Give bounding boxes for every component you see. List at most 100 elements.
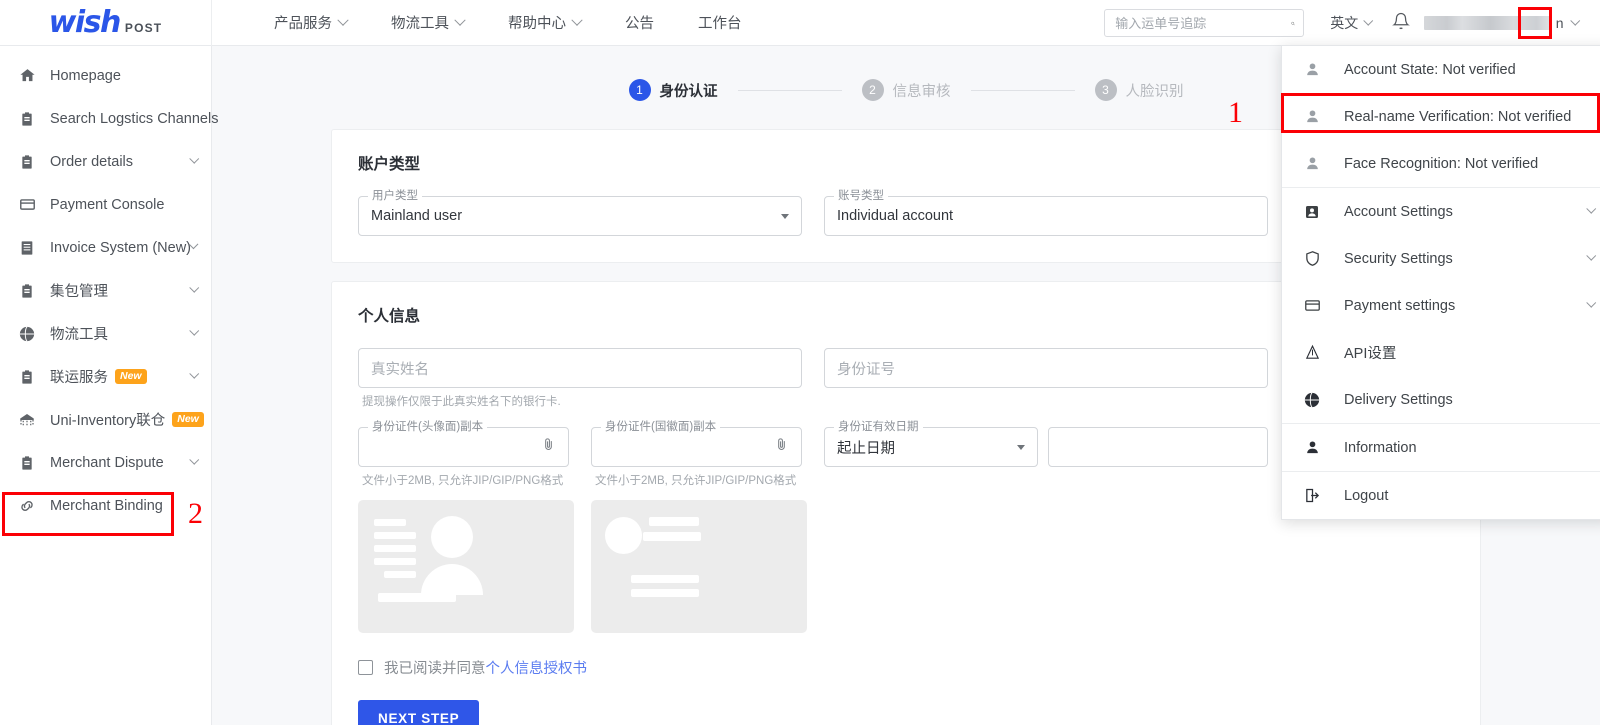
id-back-upload[interactable]: 身份证件(国徽面)副本 xyxy=(591,421,802,467)
sidebar-item-label: Invoice System (New) xyxy=(50,239,192,256)
user-type-select[interactable]: 用户类型 Mainland user xyxy=(358,190,802,236)
sidebar-item-label: Merchant Dispute xyxy=(50,454,164,471)
sidebar-item-logistics-tools[interactable]: 物流工具 xyxy=(0,312,211,355)
topnav-item-help-center[interactable]: 帮助中心 xyxy=(508,12,583,33)
dropdown-item-label: Face Recognition: Not verified xyxy=(1344,155,1539,172)
agreement-link[interactable]: 个人信息授权书 xyxy=(486,657,588,678)
dropdown-item-label: Account State: Not verified xyxy=(1344,61,1516,78)
chevron-down-icon xyxy=(571,14,583,26)
id-number-input[interactable]: 身份证号 xyxy=(824,348,1268,388)
top-navigation: 产品服务 物流工具 帮助中心 公告 工作台 xyxy=(274,12,786,33)
language-selector[interactable]: 英文 xyxy=(1330,13,1374,33)
sidebar-item-label: 物流工具 xyxy=(50,327,108,343)
step-number: 3 xyxy=(1094,79,1117,101)
paperclip-icon[interactable] xyxy=(774,437,789,457)
shield-icon xyxy=(1300,250,1324,267)
dropdown-item-account-settings[interactable]: Account Settings xyxy=(1282,188,1600,235)
chevron-down-icon[interactable] xyxy=(1570,15,1580,25)
api-icon xyxy=(1300,344,1324,361)
sidebar-item-merchant-binding[interactable]: Merchant Binding xyxy=(0,484,211,527)
topnav-item-workbench[interactable]: 工作台 xyxy=(698,12,742,33)
account-type-column: 账号类型 Individual account xyxy=(824,190,1268,236)
account-type-field[interactable]: 账号类型 Individual account xyxy=(824,190,1268,236)
chevron-down-icon xyxy=(1586,251,1596,261)
clipboard-icon xyxy=(16,452,38,474)
person-icon xyxy=(1300,439,1324,456)
dropdown-item-payment-settings[interactable]: Payment settings xyxy=(1282,282,1600,329)
dropdown-item-label: Real-name Verification: Not verified xyxy=(1344,108,1572,125)
field-legend: 身份证有效日期 xyxy=(834,421,923,433)
list-icon xyxy=(16,237,38,259)
bell-icon xyxy=(1391,12,1410,29)
sidebar-item-merchant-dispute[interactable]: Merchant Dispute xyxy=(0,441,211,484)
dropdown-item-logout[interactable]: Logout xyxy=(1282,472,1600,519)
field-placeholder: 真实姓名 xyxy=(371,361,429,378)
id-number-column: 身份证号 xyxy=(824,348,1268,419)
chevron-down-icon xyxy=(337,14,349,26)
step-label: 信息审核 xyxy=(892,83,951,100)
step-identity-verification[interactable]: 1 身份认证 xyxy=(628,79,718,101)
account-name-redacted xyxy=(1423,16,1552,30)
notifications-button[interactable] xyxy=(1391,12,1410,35)
dropdown-item-api-settings[interactable]: API设置 xyxy=(1282,329,1600,376)
real-name-input[interactable]: 真实姓名 xyxy=(358,348,802,388)
dropdown-item-security-settings[interactable]: Security Settings xyxy=(1282,235,1600,282)
chevron-down-icon xyxy=(189,326,199,336)
topnav-label: 产品服务 xyxy=(274,16,332,32)
topnav-item-logistics-tools[interactable]: 物流工具 xyxy=(391,12,466,33)
sidebar-item-uni-inventory[interactable]: Uni-Inventory联仓 New xyxy=(0,398,211,441)
id-uploads-column: 身份证件(头像面)副本 文件小于2MB, 只允许JIP/GIP/PNG格式 身份… xyxy=(358,421,807,633)
caret-down-icon xyxy=(781,213,789,219)
step-face-recognition[interactable]: 3 人脸识别 xyxy=(1094,79,1184,101)
topnav-item-products[interactable]: 产品服务 xyxy=(274,12,349,33)
search-input[interactable] xyxy=(1115,15,1292,31)
chevron-down-icon xyxy=(454,14,466,26)
clipboard-icon xyxy=(16,108,38,130)
id-front-helper: 文件小于2MB, 只允许JIP/GIP/PNG格式 xyxy=(362,475,564,487)
real-name-column: 真实姓名 提现操作仅限于此真实姓名下的银行卡. xyxy=(358,348,802,419)
person-icon xyxy=(1300,61,1324,78)
sidebar-item-search-logistics-channels[interactable]: Search Logstics Channels xyxy=(0,97,218,140)
dropdown-item-information[interactable]: Information xyxy=(1282,424,1600,471)
caret-down-icon xyxy=(1017,444,1025,450)
account-dropdown-menu: Account State: Not verified Real-name Ve… xyxy=(1281,45,1600,520)
dropdown-item-delivery-settings[interactable]: Delivery Settings xyxy=(1282,376,1600,423)
id-front-preview xyxy=(358,500,574,633)
dropdown-item-label: API设置 xyxy=(1344,346,1397,362)
dropdown-item-real-name-verification[interactable]: Real-name Verification: Not verified xyxy=(1282,93,1600,140)
search-icon[interactable] xyxy=(1291,15,1295,32)
chevron-down-icon xyxy=(189,369,199,379)
id-validity-select[interactable]: 身份证有效日期 起止日期 xyxy=(824,421,1038,467)
annotation-number-1: 1 xyxy=(1228,96,1243,129)
field-value: Individual account xyxy=(837,208,954,224)
topnav-item-announcements[interactable]: 公告 xyxy=(625,12,654,33)
next-step-button[interactable]: NEXT STEP xyxy=(358,700,480,725)
dropdown-item-label: Logout xyxy=(1344,487,1389,504)
chevron-down-icon xyxy=(189,455,199,465)
field-value: Mainland user xyxy=(371,208,463,224)
dropdown-item-account-state[interactable]: Account State: Not verified xyxy=(1282,46,1600,93)
sidebar-item-label: 联运服务 xyxy=(50,370,108,386)
sidebar-item-payment-console[interactable]: Payment Console xyxy=(0,183,211,226)
step-label: 人脸识别 xyxy=(1125,83,1184,100)
sidebar-item-intermodal-service[interactable]: 联运服务 New xyxy=(0,355,211,398)
step-number: 2 xyxy=(861,79,884,101)
id-front-group: 身份证件(头像面)副本 文件小于2MB, 只允许JIP/GIP/PNG格式 xyxy=(358,421,574,633)
id-front-upload[interactable]: 身份证件(头像面)副本 xyxy=(358,421,569,467)
brand-name: wish xyxy=(48,5,122,40)
dropdown-item-face-recognition[interactable]: Face Recognition: Not verified xyxy=(1282,140,1600,187)
agreement-checkbox[interactable] xyxy=(358,660,373,675)
link-icon xyxy=(16,495,38,517)
tracking-search-box[interactable] xyxy=(1104,9,1305,37)
sidebar-item-invoice-system[interactable]: Invoice System (New) xyxy=(0,226,211,269)
paperclip-icon[interactable] xyxy=(541,437,556,457)
sidebar-item-homepage[interactable]: Homepage xyxy=(0,54,211,97)
sidebar-item-order-details[interactable]: Order details xyxy=(0,140,211,183)
step-information-review[interactable]: 2 信息审核 xyxy=(861,79,951,101)
brand-logo[interactable]: wish POST xyxy=(0,0,212,46)
dropdown-item-label: Delivery Settings xyxy=(1344,391,1453,408)
warehouse-icon xyxy=(16,409,38,431)
id-validity-extra-field[interactable] xyxy=(1048,427,1268,467)
topnav-label: 物流工具 xyxy=(391,16,449,32)
sidebar-item-package-management[interactable]: 集包管理 xyxy=(0,269,211,312)
